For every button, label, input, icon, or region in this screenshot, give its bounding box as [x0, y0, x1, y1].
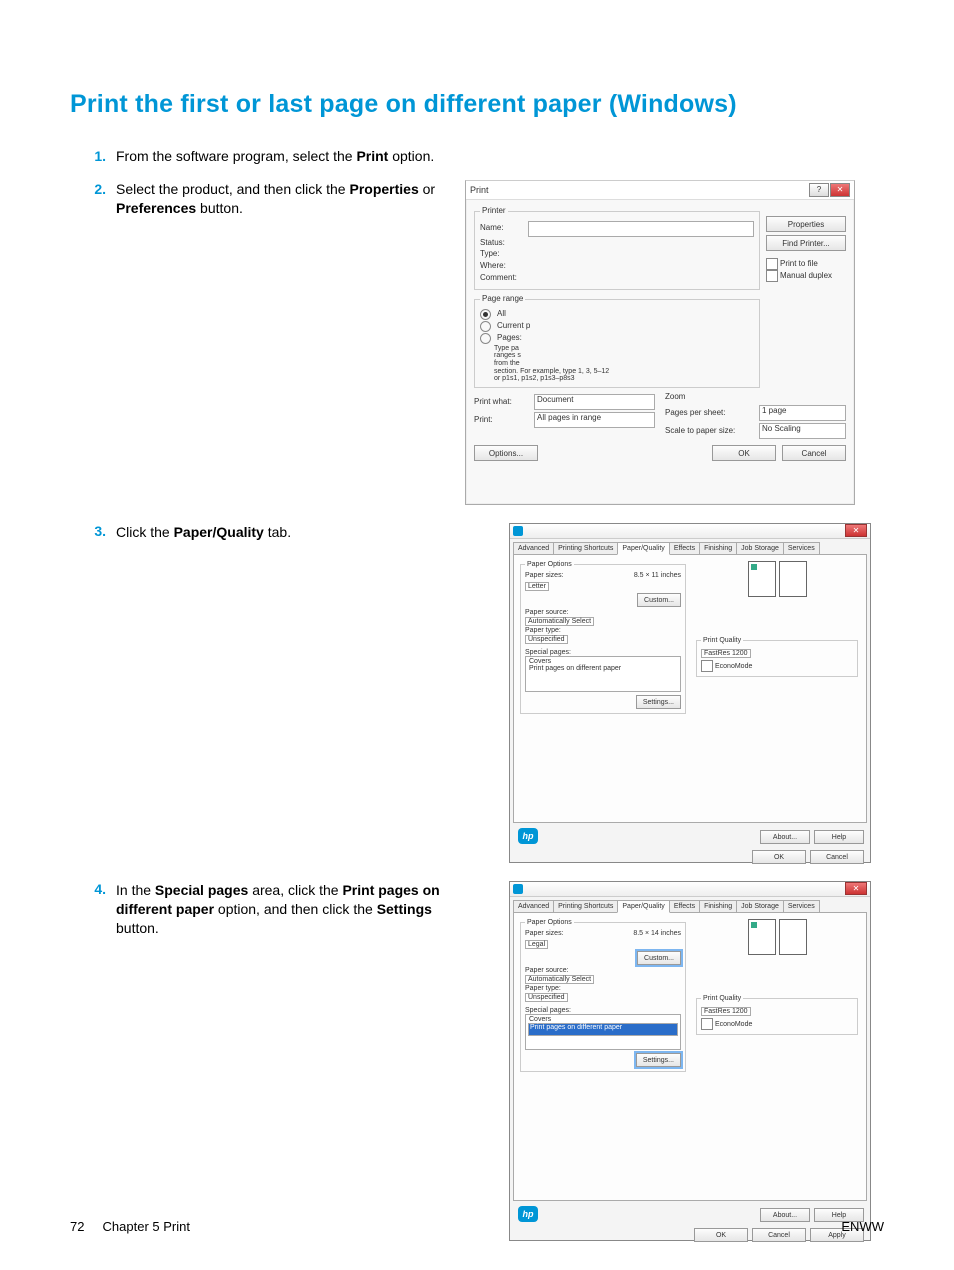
tab-services[interactable]: Services: [783, 542, 820, 554]
special-pages-list[interactable]: Covers Print pages on different paper: [525, 1014, 681, 1050]
tab-advanced[interactable]: Advanced: [513, 900, 554, 912]
paper-size-select[interactable]: Legal: [525, 940, 548, 949]
settings-button[interactable]: Settings...: [636, 695, 681, 709]
comment-label: Comment:: [480, 273, 524, 284]
paper-type-select[interactable]: Unspecified: [525, 635, 568, 644]
custom-button[interactable]: Custom...: [637, 951, 681, 965]
ok-button[interactable]: OK: [712, 445, 776, 461]
step-text: Select the product, and then click the P…: [116, 180, 451, 218]
print-to-file-checkbox[interactable]: [766, 258, 778, 270]
about-button[interactable]: About...: [760, 830, 810, 844]
step-1: 1. From the software program, select the…: [70, 147, 884, 166]
page-preview: [742, 919, 812, 969]
print-quality-select[interactable]: FastRes 1200: [701, 1007, 751, 1016]
economode-checkbox[interactable]: [701, 660, 713, 672]
paper-size-dim: 8.5 × 11 inches: [634, 572, 681, 579]
paper-size-select[interactable]: Letter: [525, 582, 549, 591]
status-label: Status:: [480, 238, 524, 249]
paper-size-dim: 8.5 × 14 inches: [633, 930, 681, 937]
hp-icon: [513, 884, 523, 894]
properties-dialog: ✕ Advanced Printing Shortcuts Paper/Qual…: [509, 881, 871, 1241]
options-button[interactable]: Options...: [474, 445, 538, 461]
settings-button[interactable]: Settings...: [636, 1053, 681, 1067]
window-title: Print: [470, 184, 489, 196]
radio-current[interactable]: [480, 321, 491, 332]
radio-pages[interactable]: [480, 333, 491, 344]
zoom-label: Zoom: [665, 392, 846, 403]
where-label: Where:: [480, 261, 524, 272]
custom-button[interactable]: Custom...: [637, 593, 681, 607]
step-number: 1.: [70, 147, 116, 166]
ok-button[interactable]: OK: [752, 850, 806, 864]
printer-name-select[interactable]: [528, 221, 754, 237]
step-number: 4.: [70, 881, 116, 897]
step-text: From the software program, select the Pr…: [116, 147, 451, 166]
special-pages-list[interactable]: Covers Print pages on different paper: [525, 656, 681, 692]
page-preview: [742, 561, 812, 611]
step-number: 2.: [70, 180, 116, 199]
properties-dialog: ✕ Advanced Printing Shortcuts Paper/Qual…: [509, 523, 871, 863]
tabs: Advanced Printing Shortcuts Paper/Qualit…: [513, 900, 867, 913]
close-icon[interactable]: ✕: [845, 882, 867, 895]
tab-paper-quality[interactable]: Paper/Quality: [617, 542, 669, 555]
paper-type-select[interactable]: Unspecified: [525, 993, 568, 1002]
pagerange-legend: Page range: [480, 294, 525, 305]
pages-per-sheet-select[interactable]: 1 page: [759, 405, 846, 421]
type-label: Type:: [480, 249, 524, 260]
hp-icon: [513, 526, 523, 536]
step-number: 3.: [70, 523, 116, 539]
paper-source-select[interactable]: Automatically Select: [525, 975, 594, 984]
help-button[interactable]: Help: [814, 830, 864, 844]
page-number: 72: [70, 1219, 84, 1234]
tab-jobstorage[interactable]: Job Storage: [736, 900, 784, 912]
tab-paper-quality[interactable]: Paper/Quality: [617, 900, 669, 913]
print-what-select[interactable]: Document: [534, 394, 655, 410]
printer-legend: Printer: [480, 206, 508, 217]
tab-effects[interactable]: Effects: [669, 542, 700, 554]
find-printer-button[interactable]: Find Printer...: [766, 235, 846, 251]
tabs: Advanced Printing Shortcuts Paper/Qualit…: [513, 542, 867, 555]
tab-finishing[interactable]: Finishing: [699, 900, 737, 912]
tab-shortcuts[interactable]: Printing Shortcuts: [553, 542, 618, 554]
print-select[interactable]: All pages in range: [534, 412, 655, 428]
step-text: Click the Paper/Quality tab.: [116, 523, 451, 542]
hp-logo-icon: hp: [518, 828, 538, 844]
radio-all[interactable]: [480, 309, 491, 320]
step-text: In the Special pages area, click the Pri…: [116, 881, 451, 938]
close-icon[interactable]: ✕: [830, 183, 850, 197]
name-label: Name:: [480, 223, 524, 234]
cancel-button[interactable]: Cancel: [810, 850, 864, 864]
tab-finishing[interactable]: Finishing: [699, 542, 737, 554]
tab-shortcuts[interactable]: Printing Shortcuts: [553, 900, 618, 912]
tab-services[interactable]: Services: [783, 900, 820, 912]
properties-button[interactable]: Properties: [766, 216, 846, 232]
paper-source-select[interactable]: Automatically Select: [525, 617, 594, 626]
close-icon[interactable]: ✕: [845, 524, 867, 537]
print-quality-select[interactable]: FastRes 1200: [701, 649, 751, 658]
economode-checkbox[interactable]: [701, 1018, 713, 1030]
tab-advanced[interactable]: Advanced: [513, 542, 554, 554]
cancel-button[interactable]: Cancel: [782, 445, 846, 461]
manual-duplex-checkbox[interactable]: [766, 270, 778, 282]
step-2: 2. Select the product, and then click th…: [70, 180, 884, 505]
scale-to-paper-select[interactable]: No Scaling: [759, 423, 846, 439]
help-icon[interactable]: ?: [809, 183, 829, 197]
print-dialog: Print ? ✕ Printer Name: Status: T: [465, 180, 855, 505]
tab-effects[interactable]: Effects: [669, 900, 700, 912]
chapter-label: Chapter 5 Print: [103, 1219, 190, 1234]
page-footer: 72 Chapter 5 Print ENWW: [70, 1219, 884, 1234]
tab-jobstorage[interactable]: Job Storage: [736, 542, 784, 554]
brand-label: ENWW: [841, 1219, 884, 1234]
page-title: Print the first or last page on differen…: [70, 90, 884, 119]
